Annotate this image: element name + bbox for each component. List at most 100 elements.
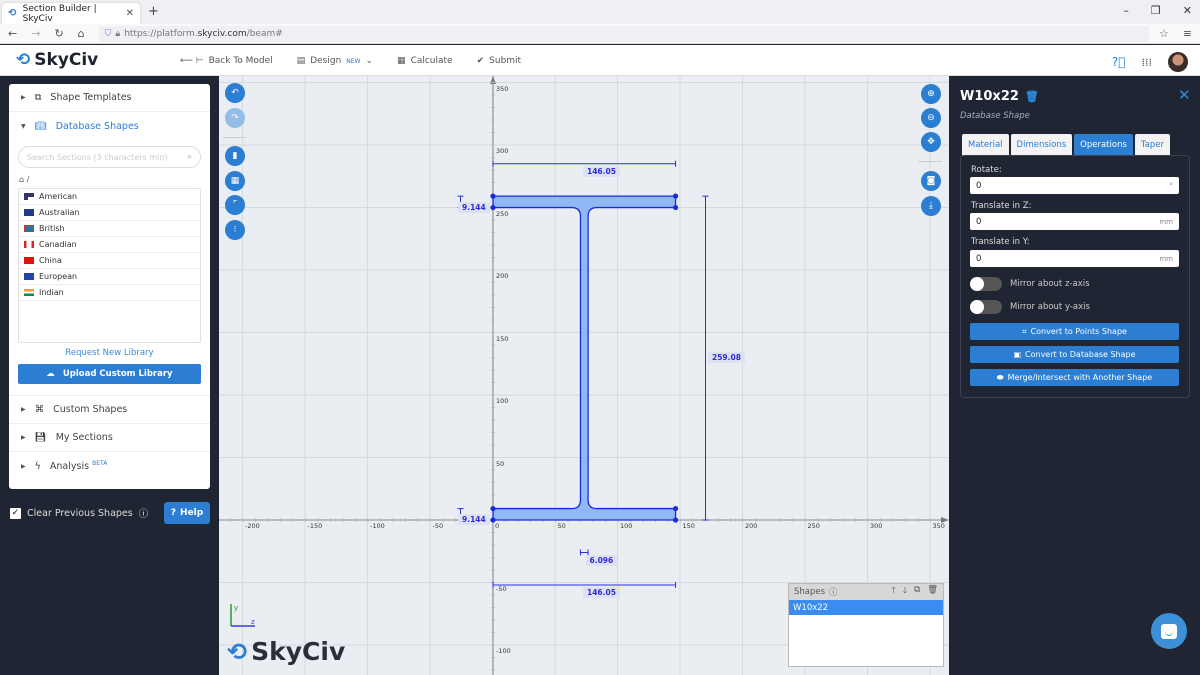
analysis-label: Analysis bbox=[49, 461, 90, 473]
url-field[interactable]: ⛉ 🔒︎ https://platform. skyciv.com/beam# bbox=[98, 25, 1149, 42]
tab-material[interactable]: Material bbox=[962, 134, 1009, 156]
library-item-china[interactable]: China bbox=[19, 253, 200, 269]
back-icon[interactable]: ← bbox=[8, 27, 17, 40]
home-icon[interactable]: ⌂ bbox=[78, 27, 85, 40]
accordion-custom-shapes[interactable]: ▶ ⌘ Custom Shapes bbox=[9, 396, 210, 424]
library-item-canadian[interactable]: Canadian bbox=[19, 237, 200, 253]
info-icon[interactable]: ⓘ bbox=[139, 506, 149, 520]
chat-widget-button[interactable] bbox=[1151, 613, 1187, 649]
home-icon[interactable]: ⌂ bbox=[19, 175, 24, 184]
custom-shapes-icon: ⌘ bbox=[34, 404, 45, 415]
translate-z-input[interactable]: 0 mm bbox=[970, 213, 1179, 230]
z-tick-label: 200 bbox=[745, 522, 758, 530]
move-down-icon[interactable]: 🡓 bbox=[903, 585, 907, 599]
info-icon[interactable]: ⓘ bbox=[829, 586, 838, 598]
menu-icon[interactable]: ≡ bbox=[1183, 27, 1192, 40]
pan-button[interactable]: ✥ bbox=[921, 132, 941, 152]
tab-dimensions[interactable]: Dimensions bbox=[1010, 134, 1073, 156]
library-item-british[interactable]: British bbox=[19, 221, 200, 237]
maximize-icon[interactable]: ❐ bbox=[1151, 4, 1161, 17]
help-circle-icon[interactable]: ?⃝ bbox=[1112, 55, 1126, 69]
property-tabs: Material Dimensions Operations Taper bbox=[962, 134, 1171, 156]
download-button[interactable]: ⤓ bbox=[921, 196, 941, 216]
accordion-database-shapes[interactable]: ▼ 📖︎ Database Shapes bbox=[9, 112, 210, 140]
labels-toggle-button[interactable]: ⁝ bbox=[225, 220, 245, 240]
close-window-icon[interactable]: ✕ bbox=[1183, 4, 1192, 17]
convert-to-points-button[interactable]: ⌗ Convert to Points Shape bbox=[970, 323, 1179, 340]
accordion-analysis[interactable]: ▶ ϟ Analysis BETA bbox=[9, 452, 210, 480]
caret-down-icon: ▼ bbox=[21, 122, 26, 130]
z-tick-label: 300 bbox=[870, 522, 883, 530]
accordion-shape-templates[interactable]: ▶ ⧉ Shape Templates bbox=[9, 84, 210, 112]
redo-button[interactable]: ↷ bbox=[225, 108, 245, 128]
tab-operations[interactable]: Operations bbox=[1074, 134, 1133, 156]
grid-toggle-button[interactable]: ▦ bbox=[225, 171, 245, 191]
caret-right-icon: ▶ bbox=[21, 94, 26, 101]
shape-templates-label: Shape Templates bbox=[50, 92, 132, 103]
accordion-my-sections[interactable]: ▶ 💾︎ My Sections bbox=[9, 424, 210, 452]
trash-icon[interactable]: 🗑︎ bbox=[1025, 90, 1039, 103]
zoom-in-button[interactable]: ⊕ bbox=[921, 84, 941, 104]
bookmark-star-icon[interactable]: ☆ bbox=[1159, 27, 1169, 40]
minimize-icon[interactable]: – bbox=[1123, 4, 1129, 17]
move-up-icon[interactable]: 🡑 bbox=[891, 585, 895, 599]
copy-icon[interactable]: ⧉ bbox=[914, 585, 920, 599]
calculate-label: Calculate bbox=[410, 56, 453, 66]
mirror-y-toggle[interactable] bbox=[970, 300, 1002, 314]
browser-tab[interactable]: ⟲ Section Builder | SkyCiv ✕ bbox=[2, 3, 140, 24]
rectangle-tool-button[interactable]: ▮ bbox=[225, 146, 245, 166]
url-domain: skyciv.com bbox=[197, 28, 247, 39]
convert-to-database-button[interactable]: ▣ Convert to Database Shape bbox=[970, 346, 1179, 363]
request-new-library-link[interactable]: Request New Library bbox=[9, 348, 210, 358]
library-label: China bbox=[39, 256, 62, 265]
snap-tool-button[interactable]: ⌜ bbox=[225, 195, 245, 215]
upload-label: Upload Custom Library bbox=[62, 369, 173, 379]
apps-grid-icon[interactable]: ⁞⁞⁞ bbox=[1142, 56, 1153, 69]
library-item-european[interactable]: European bbox=[19, 269, 200, 285]
library-item-australian[interactable]: Australian bbox=[19, 205, 200, 221]
skyciv-logo[interactable]: ⟲ SkyCiv bbox=[16, 50, 98, 70]
translate-z-unit: mm bbox=[1159, 217, 1173, 226]
translate-y-input[interactable]: 0 mm bbox=[970, 250, 1179, 267]
close-tab-icon[interactable]: ✕ bbox=[126, 8, 134, 19]
undo-button[interactable]: ↶ bbox=[225, 83, 245, 103]
clear-previous-shapes-checkbox[interactable]: ✓ Clear Previous Shapes ⓘ bbox=[10, 506, 148, 520]
help-button[interactable]: ? Help bbox=[164, 502, 210, 524]
shape-list-item[interactable]: W10x22 bbox=[789, 600, 943, 615]
skyciv-watermark: ⟲ SkyCiv bbox=[227, 637, 345, 666]
calculate-button[interactable]: ▦ Calculate bbox=[397, 56, 453, 66]
mirror-z-toggle[interactable] bbox=[970, 277, 1002, 291]
z-tick-label: 50 bbox=[557, 522, 566, 530]
checkbox-checked-icon[interactable]: ✓ bbox=[10, 507, 21, 519]
z-tick-label: 150 bbox=[682, 522, 695, 530]
library-item-american[interactable]: American bbox=[19, 189, 200, 205]
merge-intersect-button[interactable]: ⬬ Merge/Intersect with Another Shape bbox=[970, 369, 1179, 386]
reload-icon[interactable]: ↻ bbox=[54, 27, 63, 40]
close-icon[interactable]: ✕ bbox=[1178, 86, 1191, 104]
skyciv-favicon-icon: ⟲ bbox=[8, 7, 17, 19]
rotate-input[interactable]: 0 ° bbox=[970, 177, 1179, 194]
library-item-indian[interactable]: Indian bbox=[19, 285, 200, 301]
lightning-icon: ϟ bbox=[34, 460, 41, 472]
tab-taper[interactable]: Taper bbox=[1134, 134, 1171, 156]
merge-icon: ⬬ bbox=[996, 372, 1004, 382]
redo-icon: ↷ bbox=[231, 113, 239, 123]
book-icon: 📖︎ bbox=[34, 120, 47, 132]
submit-button[interactable]: ✔ Submit bbox=[477, 56, 521, 66]
translate-y-label: Translate in Y: bbox=[971, 237, 1030, 247]
new-tab-icon[interactable]: + bbox=[148, 4, 159, 19]
help-label: Help bbox=[180, 508, 204, 518]
design-menu-button[interactable]: ▤ Design NEW ⌄ bbox=[297, 56, 373, 66]
search-icon[interactable]: ⌕ bbox=[188, 152, 192, 162]
forward-icon[interactable]: → bbox=[31, 27, 40, 40]
zoom-out-button[interactable]: ⊖ bbox=[921, 108, 941, 128]
screenshot-button[interactable]: ◙ bbox=[921, 171, 941, 191]
library-label: European bbox=[39, 272, 78, 281]
search-sections-input[interactable]: Search Sections (3 characters min) ⌕ bbox=[18, 146, 201, 168]
back-to-model-button[interactable]: ⟵ ⊢ Back To Model bbox=[180, 56, 273, 66]
upload-custom-library-button[interactable]: ☁ Upload Custom Library bbox=[18, 364, 201, 384]
user-avatar[interactable] bbox=[1168, 52, 1188, 72]
caret-right-icon: ▶ bbox=[21, 462, 26, 470]
skyciv-logo-icon: ⟲ bbox=[227, 637, 248, 666]
trash-icon[interactable]: 🗑︎ bbox=[927, 585, 938, 599]
